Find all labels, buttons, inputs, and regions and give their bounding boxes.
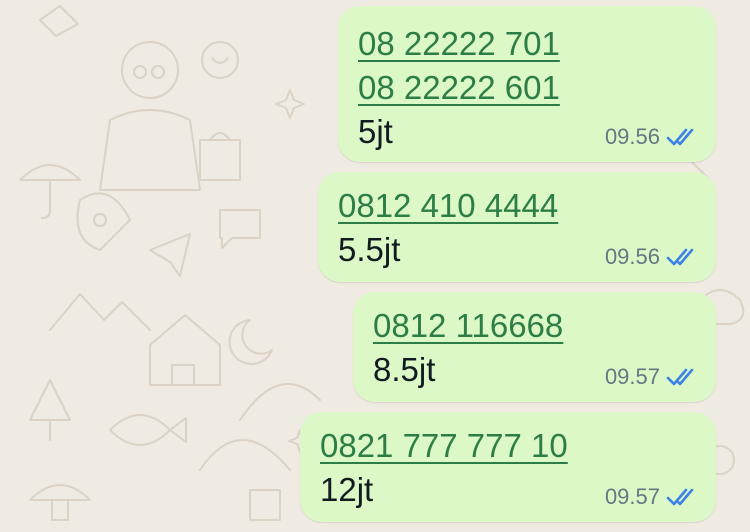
message-time-2: 09.56 [604, 244, 660, 269]
message-meta-2: 09.56 [605, 246, 698, 268]
read-ticks-icon [666, 128, 694, 146]
message-bubble-1[interactable]: 08 22222 701 08 22222 601 5jt 09.56 [338, 6, 716, 162]
phone-link-4[interactable]: 0821 777 777 10 [320, 424, 696, 468]
read-ticks-icon [666, 368, 694, 386]
message-bubble-3[interactable]: 0812 116668 8.5jt 09.57 [353, 292, 716, 402]
message-meta-1: 09.56 [605, 126, 698, 148]
message-bubble-2[interactable]: 0812 410 4444 5.5jt 09.56 [318, 172, 716, 282]
message-meta-4: 09.57 [605, 486, 698, 508]
read-ticks-icon [666, 488, 694, 506]
phone-link-1a[interactable]: 08 22222 701 [358, 22, 696, 66]
phone-link-2[interactable]: 0812 410 4444 [338, 184, 696, 228]
message-time-3: 09.57 [604, 364, 660, 389]
phone-link-3[interactable]: 0812 116668 [373, 304, 696, 348]
phone-link-1b[interactable]: 08 22222 601 [358, 66, 696, 110]
message-bubble-4[interactable]: 0821 777 777 10 12jt 09.57 [300, 412, 716, 522]
read-ticks-icon [666, 248, 694, 266]
message-time-1: 09.56 [604, 124, 660, 149]
message-meta-3: 09.57 [605, 366, 698, 388]
message-time-4: 09.57 [604, 484, 660, 509]
